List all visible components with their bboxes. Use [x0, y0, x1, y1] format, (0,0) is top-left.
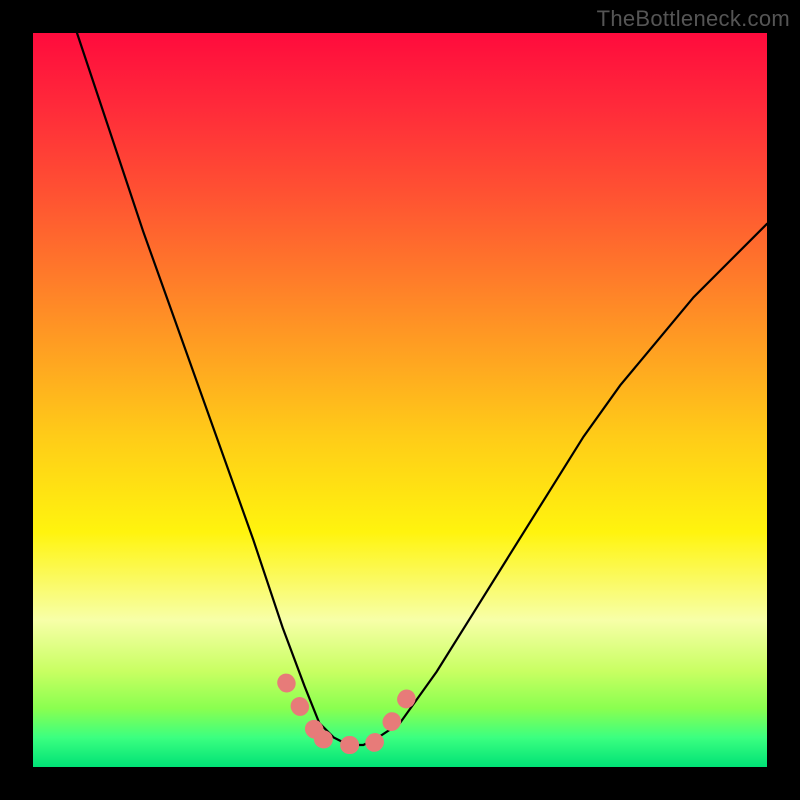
- chart-frame: TheBottleneck.com: [0, 0, 800, 800]
- highlight-curve-left: [286, 683, 323, 740]
- attribution-label: TheBottleneck.com: [597, 6, 790, 32]
- bottleneck-curve: [77, 33, 767, 745]
- chart-svg: [33, 33, 767, 767]
- plot-area: [33, 33, 767, 767]
